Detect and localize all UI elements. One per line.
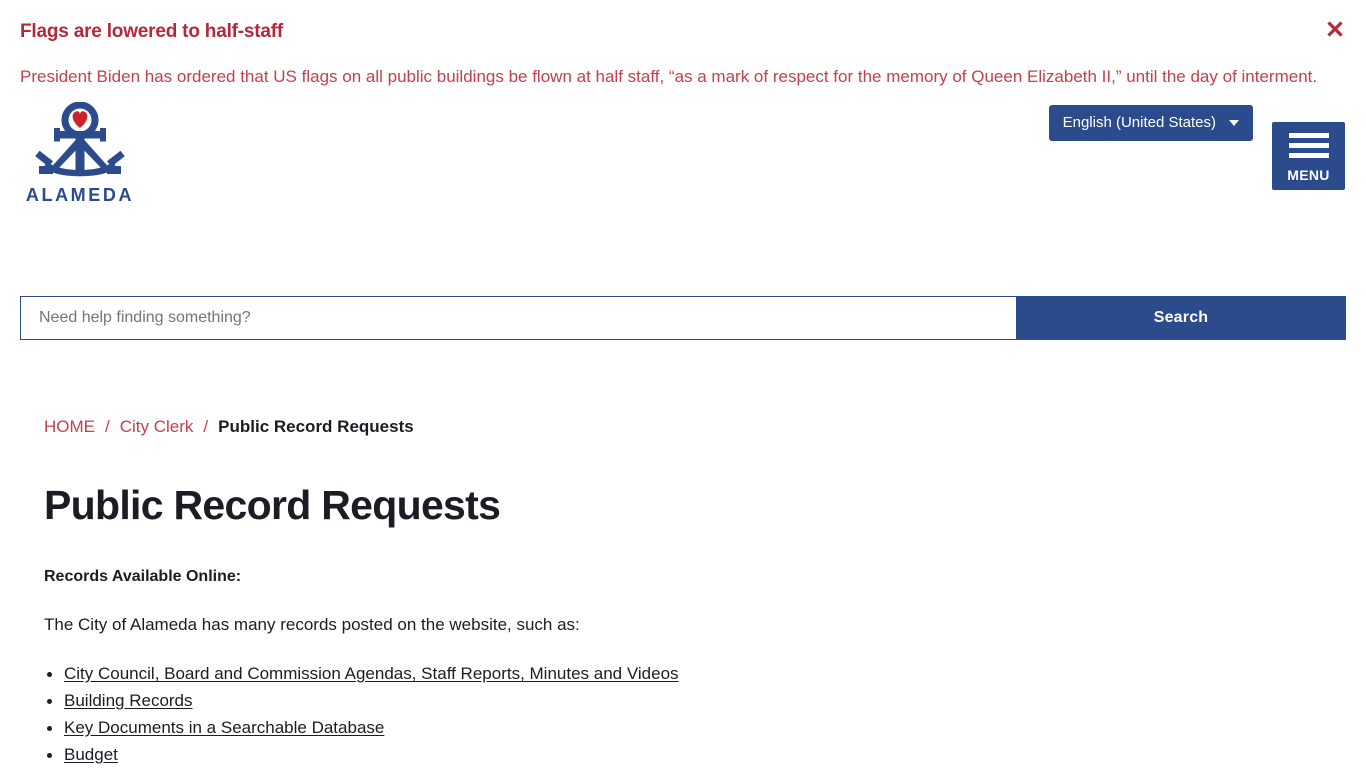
main-content: HOME / City Clerk / Public Record Reques… xyxy=(44,413,1346,768)
language-selector[interactable]: English (United States) xyxy=(1048,104,1253,141)
records-available-heading: Records Available Online: xyxy=(44,568,242,586)
logo-wordmark: ALAMEDA xyxy=(25,184,135,205)
list-item: City Council, Board and Commission Agend… xyxy=(44,660,1346,687)
record-link-key-documents[interactable]: Key Documents in a Searchable Database xyxy=(64,718,384,737)
hamburger-icon xyxy=(1288,132,1329,158)
menu-button[interactable]: MENU xyxy=(1272,121,1345,190)
record-links-list: City Council, Board and Commission Agend… xyxy=(44,660,1346,768)
breadcrumb-item-city-clerk[interactable]: City Clerk xyxy=(120,413,194,441)
page-title: Public Record Requests xyxy=(44,482,501,528)
list-item: Budget xyxy=(44,741,1346,768)
language-selector-label: English (United States) xyxy=(1062,114,1216,132)
intro-paragraph: The City of Alameda has many records pos… xyxy=(44,615,580,635)
breadcrumb-item-home[interactable]: HOME xyxy=(44,413,95,441)
list-item: Key Documents in a Searchable Database xyxy=(44,714,1346,741)
alert-banner: Flags are lowered to half-staff Presiden… xyxy=(0,0,1366,90)
site-logo[interactable]: ALAMEDA xyxy=(20,101,140,206)
anchor-heart-logo-icon xyxy=(35,101,125,176)
search-input[interactable] xyxy=(20,296,1016,340)
record-link-agendas[interactable]: City Council, Board and Commission Agend… xyxy=(64,664,679,683)
breadcrumb: HOME / City Clerk / Public Record Reques… xyxy=(44,413,1346,441)
breadcrumb-item-current: Public Record Requests xyxy=(218,417,414,436)
chevron-down-icon xyxy=(1229,119,1239,126)
search-bar: Search xyxy=(20,296,1346,340)
alert-body: President Biden has ordered that US flag… xyxy=(20,66,1318,86)
list-item: Building Records xyxy=(44,687,1346,714)
close-icon xyxy=(1327,21,1343,37)
record-link-building-records[interactable]: Building Records xyxy=(64,691,193,710)
alert-close-button[interactable] xyxy=(1322,16,1348,42)
record-link-budget[interactable]: Budget xyxy=(64,745,118,764)
alert-title: Flags are lowered to half-staff xyxy=(20,21,284,42)
menu-button-label: MENU xyxy=(1287,166,1330,183)
site-header: English (United States) ALAMEDA MENU xyxy=(0,90,1366,250)
breadcrumb-separator: / xyxy=(203,417,209,436)
search-button[interactable]: Search xyxy=(1016,296,1346,340)
breadcrumb-separator: / xyxy=(105,417,110,436)
